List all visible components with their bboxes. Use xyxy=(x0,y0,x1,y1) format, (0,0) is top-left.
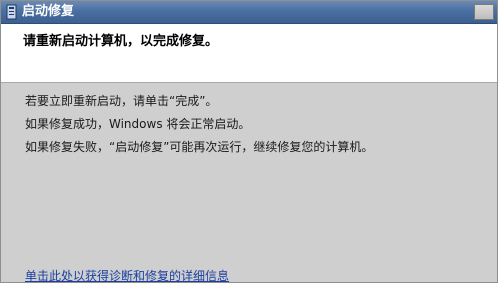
startup-repair-icon xyxy=(6,4,17,20)
title-bar[interactable]: 启动修复 xyxy=(1,1,497,24)
window-title: 启动修复 xyxy=(22,4,75,19)
message-area: 若要立即重新启动，请单击“完成”。 如果修复成功，Windows 将会正常启动。… xyxy=(1,83,497,283)
close-button[interactable] xyxy=(474,4,494,20)
diagnostic-details-link[interactable]: 单击此处以获得诊断和修复的详细信息 xyxy=(25,269,229,283)
header-panel: 请重新启动计算机，以完成修复。 xyxy=(1,24,497,83)
restart-instruction: 若要立即重新启动，请单击“完成”。 xyxy=(25,94,218,108)
startup-repair-window: 启动修复 请重新启动计算机，以完成修复。 若要立即重新启动，请单击“完成”。 如… xyxy=(0,0,498,283)
failure-message: 如果修复失败，“启动修复”可能再次运行，继续修复您的计算机。 xyxy=(25,140,374,154)
header-instruction: 请重新启动计算机，以完成修复。 xyxy=(23,34,219,49)
success-message: 如果修复成功，Windows 将会正常启动。 xyxy=(25,117,251,131)
